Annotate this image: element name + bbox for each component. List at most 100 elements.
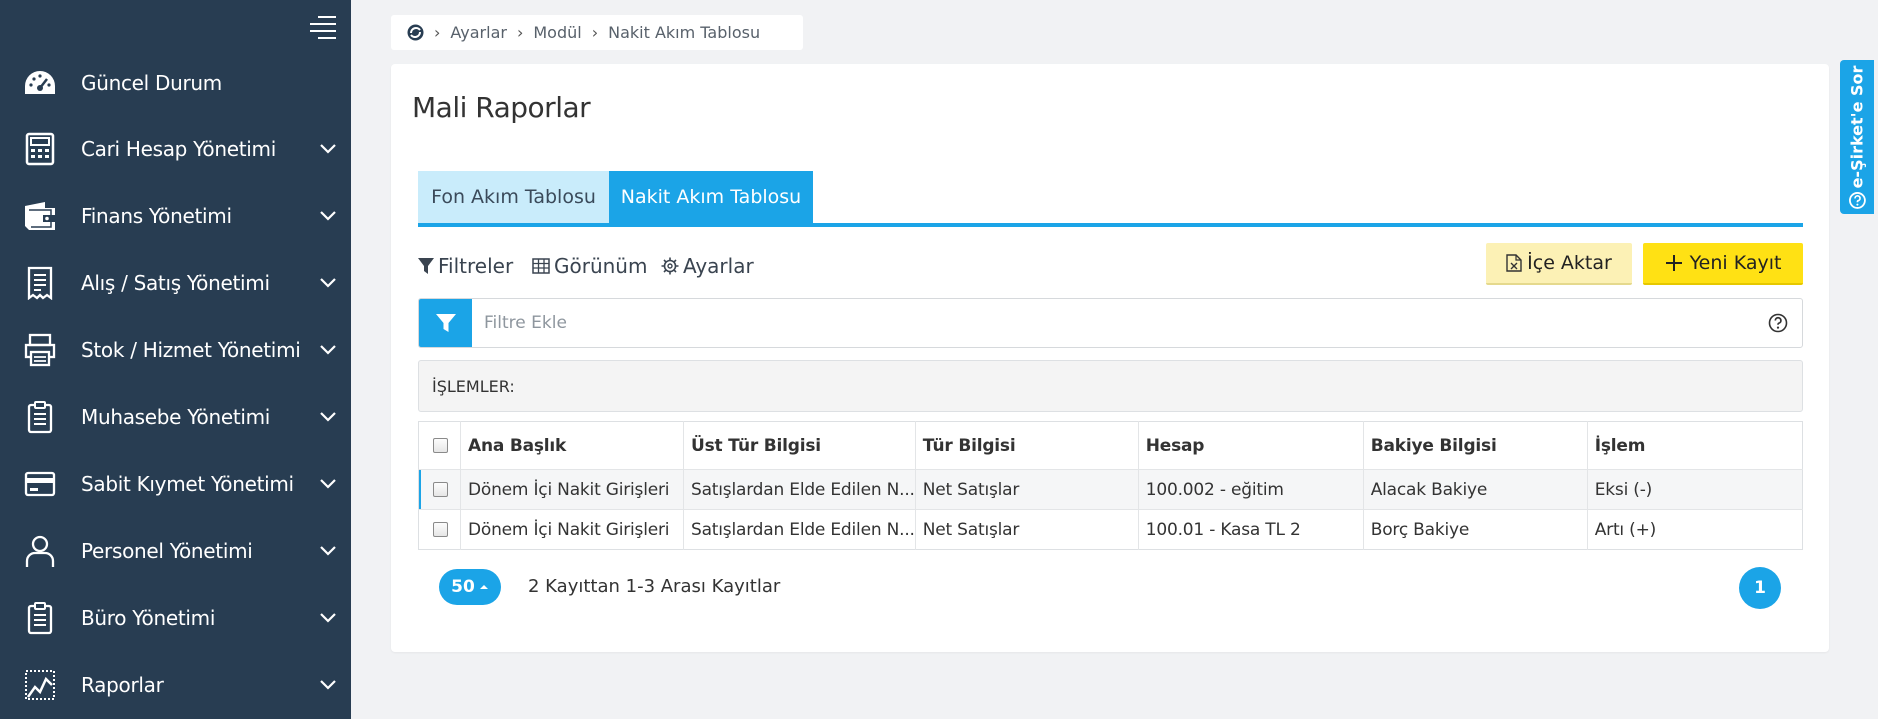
records-table: Ana Başlık Üst Tür Bilgisi Tür Bilgisi H… [418, 421, 1803, 550]
breadcrumb-item-ayarlar[interactable]: Ayarlar [450, 23, 507, 42]
sidebar-item-label: Personel Yönetimi [81, 539, 253, 563]
page-size-value: 50 [451, 577, 475, 597]
filter-add-button[interactable] [419, 299, 472, 347]
main-card: Mali Raporlar Fon Akım Tablosu Nakit Akı… [391, 64, 1829, 652]
page-button-current[interactable]: 1 [1739, 567, 1781, 609]
sidebar-item-sabit-kiymet[interactable]: Sabit Kıymet Yönetimi [0, 456, 351, 512]
filter-input[interactable] [472, 299, 1802, 347]
sidebar-item-label: Güncel Durum [81, 71, 222, 95]
column-header[interactable]: İşlem [1587, 422, 1802, 470]
row-checkbox-cell [418, 469, 461, 510]
sidebar-item-alis-satis[interactable]: Alış / Satış Yönetimi [0, 255, 351, 311]
chart-icon [22, 667, 58, 703]
chevron-down-icon [320, 144, 336, 154]
gear-icon [661, 257, 679, 275]
operations-label: İŞLEMLER: [432, 376, 515, 396]
sidebar-item-stok-hizmet[interactable]: Stok / Hizmet Yönetimi [0, 322, 351, 378]
caret-up-icon [479, 585, 488, 589]
chevron-right-icon: › [516, 23, 524, 42]
header-checkbox-cell [418, 421, 461, 470]
filters-label: Filtreler [438, 254, 514, 278]
ask-company-label: e-Şirket'e Sor [1847, 65, 1867, 188]
wallet-icon [22, 198, 58, 234]
funnel-icon [435, 314, 456, 332]
person-icon [22, 533, 58, 569]
sidebar-item-label: Muhasebe Yönetimi [81, 405, 271, 429]
row-checkbox[interactable] [433, 482, 448, 497]
printer-icon [22, 332, 58, 368]
table-cell: Borç Bakiye [1363, 509, 1588, 550]
sidebar-item-label: Raporlar [81, 673, 164, 697]
column-header[interactable]: Hesap [1138, 421, 1364, 470]
table-header-row: Ana Başlık Üst Tür Bilgisi Tür Bilgisi H… [418, 421, 1803, 470]
clipboard-icon [22, 600, 58, 636]
new-record-label: Yeni Kayıt [1689, 252, 1782, 274]
funnel-icon [418, 258, 434, 274]
sidebar-item-label: Alış / Satış Yönetimi [81, 271, 270, 295]
table-cell: Net Satışlar [915, 509, 1139, 550]
breadcrumb-item-modul[interactable]: Modül [533, 23, 581, 42]
settings-button[interactable]: Ayarlar [661, 252, 754, 280]
sidebar-item-muhasebe[interactable]: Muhasebe Yönetimi [0, 389, 351, 445]
table-row[interactable]: Dönem İçi Nakit Girişleri Satışlardan El… [418, 509, 1803, 550]
import-button[interactable]: İçe Aktar [1486, 243, 1632, 285]
table-row[interactable]: Dönem İçi Nakit Girişleri Satışlardan El… [418, 469, 1803, 510]
chevron-right-icon: › [591, 23, 599, 42]
filters-button[interactable]: Filtreler [418, 252, 513, 280]
chevron-down-icon [320, 680, 336, 690]
chevron-down-icon [320, 546, 336, 556]
sidebar-item-label: Stok / Hizmet Yönetimi [81, 338, 301, 362]
column-header[interactable]: Bakiye Bilgisi [1363, 421, 1588, 470]
chevron-down-icon [320, 345, 336, 355]
chevron-down-icon [320, 211, 336, 221]
table-cell: Dönem İçi Nakit Girişleri [460, 509, 684, 550]
row-checkbox-cell [418, 509, 461, 550]
hamburger-menu-icon[interactable] [310, 16, 336, 39]
sidebar-item-cari-hesap[interactable]: Cari Hesap Yönetimi [0, 121, 351, 177]
select-all-checkbox[interactable] [433, 438, 448, 453]
column-header[interactable]: Üst Tür Bilgisi [683, 421, 916, 470]
help-circle-icon[interactable] [1768, 313, 1788, 333]
sidebar-item-label: Finans Yönetimi [81, 204, 232, 228]
tab-nakit-akim[interactable]: Nakit Akım Tablosu [609, 171, 813, 223]
tab-bar: Fon Akım Tablosu Nakit Akım Tablosu [418, 171, 1803, 227]
sidebar-item-buro[interactable]: Büro Yönetimi [0, 590, 351, 646]
receipt-icon [22, 265, 58, 301]
calculator-icon [22, 131, 58, 167]
dashboard-icon [22, 65, 58, 101]
sidebar-item-label: Sabit Kıymet Yönetimi [81, 472, 294, 496]
column-header[interactable]: Ana Başlık [460, 421, 684, 470]
table-cell: Satışlardan Elde Edilen N... [683, 469, 916, 510]
records-info: 2 Kayıttan 1-3 Arası Kayıtlar [528, 576, 781, 597]
page-size-selector[interactable]: 50 [439, 569, 501, 605]
chevron-down-icon [320, 412, 336, 422]
sidebar-item-finans[interactable]: Finans Yönetimi [0, 188, 351, 244]
sidebar-item-label: Büro Yönetimi [81, 606, 216, 630]
filter-bar [418, 298, 1803, 348]
chevron-down-icon [320, 479, 336, 489]
ask-company-tab[interactable]: e-Şirket'e Sor [1840, 60, 1874, 214]
settings-label: Ayarlar [683, 254, 754, 278]
breadcrumb: › Ayarlar › Modül › Nakit Akım Tablosu [391, 15, 803, 50]
help-circle-icon [1848, 191, 1866, 209]
import-label: İçe Aktar [1527, 252, 1612, 274]
table-cell: Eksi (-) [1587, 469, 1803, 510]
excel-file-icon [1506, 254, 1522, 272]
sidebar-item-raporlar[interactable]: Raporlar [0, 657, 351, 713]
sidebar-item-personel[interactable]: Personel Yönetimi [0, 523, 351, 579]
credit-card-icon [22, 466, 58, 502]
operations-bar: İŞLEMLER: [418, 360, 1803, 412]
tab-fon-akim[interactable]: Fon Akım Tablosu [418, 171, 609, 223]
home-logo-icon[interactable] [407, 24, 424, 41]
view-button[interactable]: Görünüm [532, 252, 647, 280]
clipboard-icon [22, 399, 58, 435]
column-header[interactable]: Tür Bilgisi [915, 421, 1139, 470]
sidebar-item-guncel-durum[interactable]: Güncel Durum [0, 55, 351, 111]
chevron-down-icon [320, 613, 336, 623]
row-checkbox[interactable] [433, 522, 448, 537]
breadcrumb-item-current: Nakit Akım Tablosu [608, 23, 761, 42]
sidebar: Güncel Durum Cari Hesap Yönetimi Finans … [0, 0, 351, 719]
new-record-button[interactable]: Yeni Kayıt [1643, 243, 1803, 285]
table-cell: Net Satışlar [915, 469, 1139, 510]
chevron-down-icon [320, 278, 336, 288]
